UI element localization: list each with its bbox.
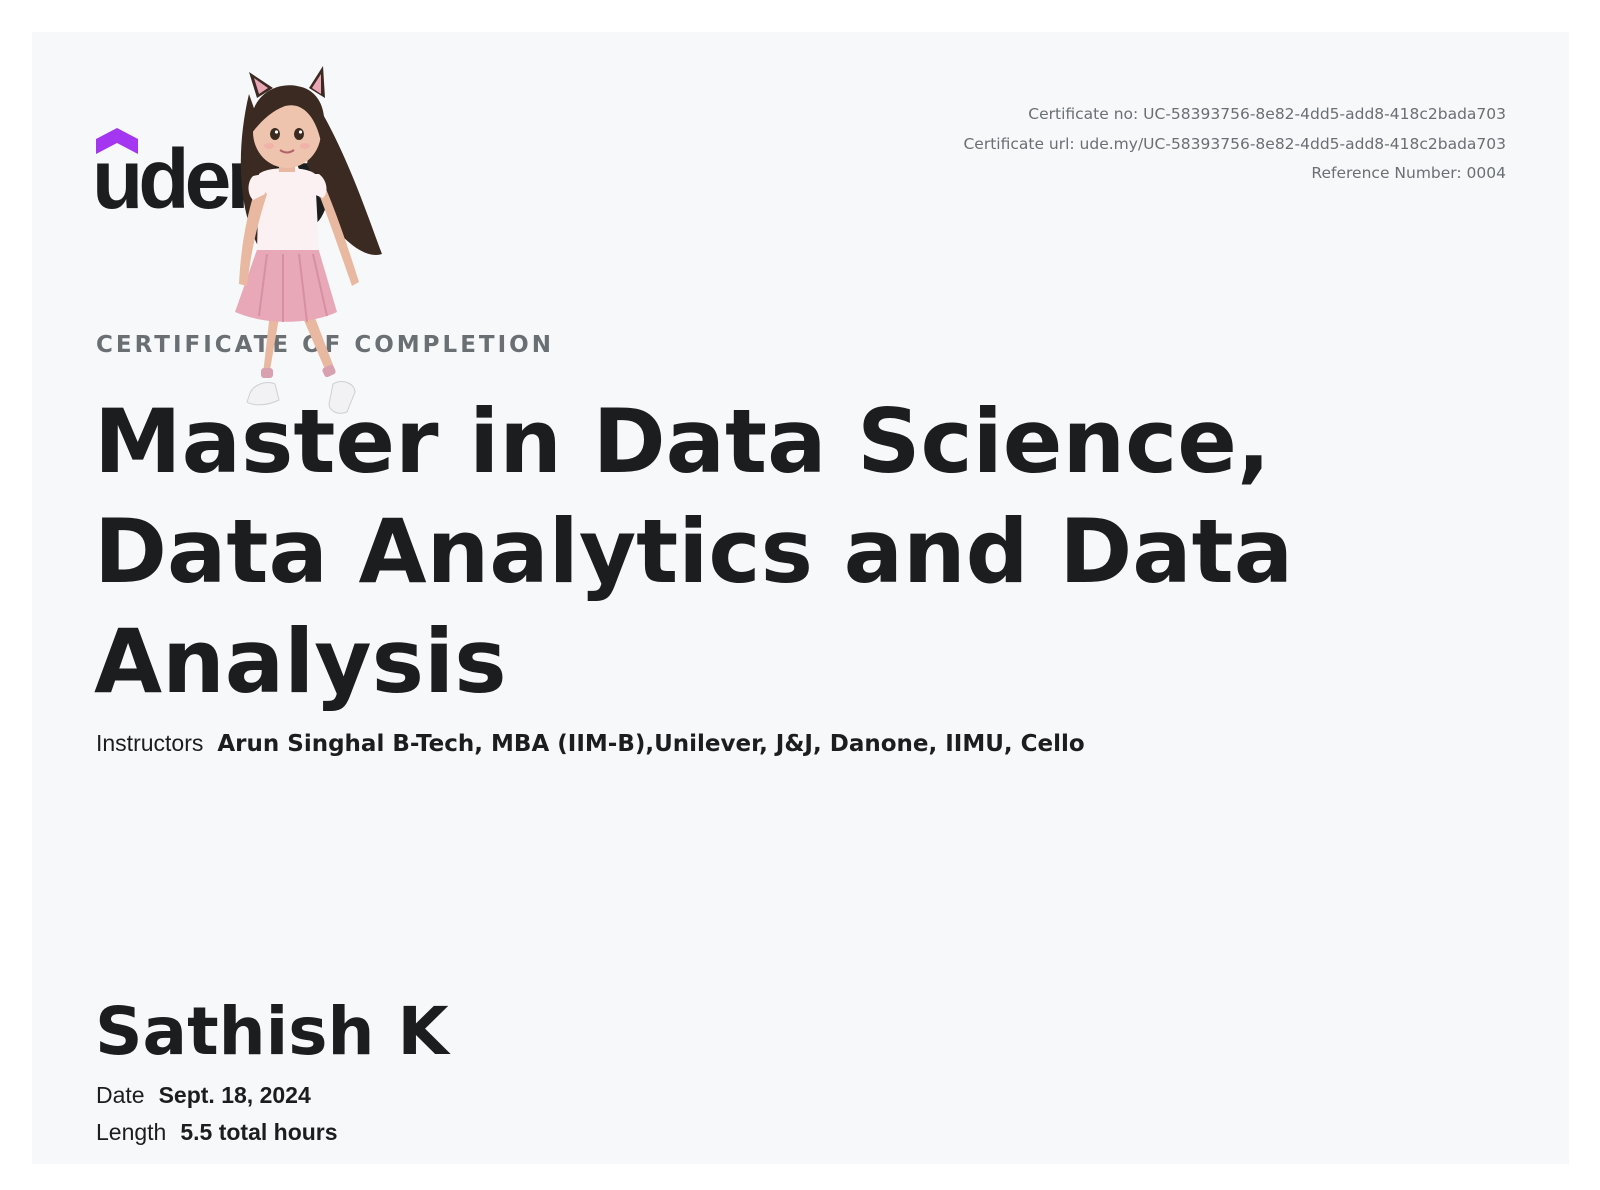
instructors-label: Instructors [96,730,204,756]
certificate-url: Certificate url: ude.my/UC-58393756-8e82… [963,134,1506,153]
recipient-name: Sathish K [95,993,449,1070]
length-value: 5.5 total hours [180,1119,338,1145]
certificate-number: Certificate no: UC-58393756-8e82-4dd5-ad… [1028,105,1506,123]
instructors-value: Arun Singhal B-Tech, MBA (IIM-B),Unileve… [217,731,1085,757]
length-line: Length 5.5 total hours [96,1119,338,1146]
date-line: Date Sept. 18, 2024 [96,1082,311,1109]
date-value: Sept. 18, 2024 [158,1082,311,1108]
certificate-meta: Certificate no: UC-58393756-8e82-4dd5-ad… [963,100,1506,189]
certificate-card: udemy Certificate no: UC-58393756-8e82-4… [32,32,1569,1164]
date-label: Date [96,1082,145,1108]
course-title: Master in Data Science, Data Analytics a… [94,390,1294,713]
length-label: Length [96,1119,167,1145]
instructors-line: Instructors Arun Singhal B-Tech, MBA (IIM… [96,730,1085,757]
cartoon-girl-image [235,66,382,414]
reference-number: Reference Number: 0004 [1311,164,1506,182]
